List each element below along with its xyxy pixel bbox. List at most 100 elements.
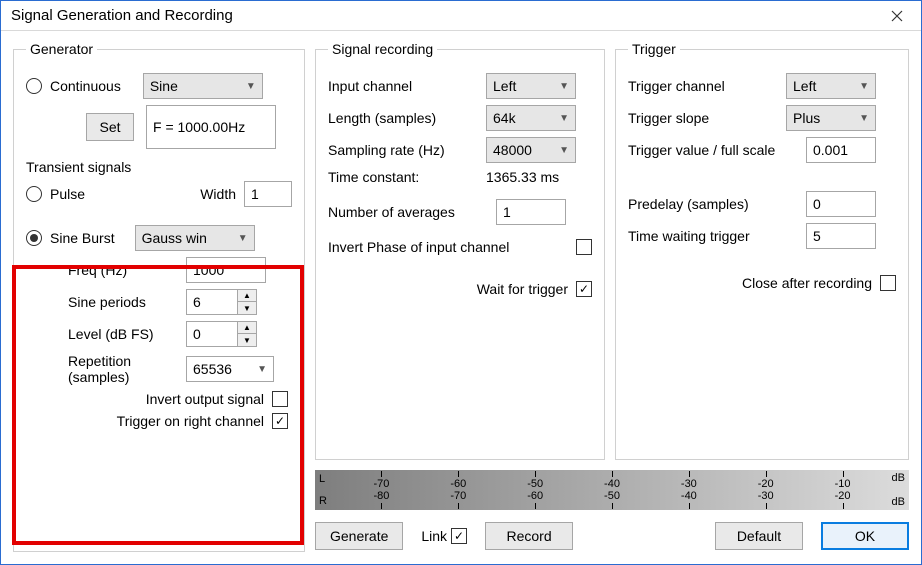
navg-input[interactable]: 1	[496, 199, 566, 225]
waveform-select[interactable]: Sine ▼	[143, 73, 263, 99]
set-button[interactable]: Set	[86, 113, 134, 141]
trigger-value-input[interactable]: 0.001	[806, 137, 876, 163]
chevron-down-icon: ▼	[859, 113, 869, 124]
trigger-slope-select[interactable]: Plus ▼	[786, 105, 876, 131]
predelay-value: 0	[813, 196, 821, 212]
chevron-down-icon: ▼	[238, 233, 248, 244]
trigger-value-value: 0.001	[813, 142, 848, 158]
link-checkbox[interactable]	[451, 528, 467, 544]
wait-value: 5	[813, 228, 821, 244]
rep-label: Repetition (samples)	[68, 353, 178, 385]
trigger-legend: Trigger	[628, 41, 680, 57]
recording-legend: Signal recording	[328, 41, 437, 57]
chevron-down-icon: ▼	[859, 81, 869, 92]
navg-label: Number of averages	[328, 204, 488, 220]
chevron-down-icon: ▼	[559, 113, 569, 124]
length-value: 64k	[493, 110, 516, 126]
level-spinner[interactable]: 0 ▲▼	[186, 321, 257, 347]
freq-label: Freq (Hz)	[68, 262, 178, 278]
up-arrow-icon[interactable]: ▲	[238, 290, 256, 302]
record-label: Record	[506, 528, 551, 544]
sineburst-label: Sine Burst	[50, 230, 115, 246]
length-select[interactable]: 64k ▼	[486, 105, 576, 131]
ticks-bot: -80 -70 -60 -50 -40 -30 -20	[315, 498, 909, 510]
close-button[interactable]	[877, 2, 917, 30]
chevron-down-icon: ▼	[559, 81, 569, 92]
pulse-width-value: 1	[251, 186, 259, 202]
waveform-value: Sine	[150, 78, 178, 94]
freq-readout: F = 1000.00Hz	[146, 105, 276, 149]
trigger-right-row: Trigger on right channel	[26, 413, 292, 429]
wait-label: Time waiting trigger	[628, 228, 798, 244]
default-button[interactable]: Default	[715, 522, 803, 550]
sineburst-params: Freq (Hz) 1000 Sine periods 6 ▲▼ Level	[26, 257, 292, 385]
trigger-slope-value: Plus	[793, 110, 820, 126]
freq-input[interactable]: 1000	[186, 257, 266, 283]
spinner-buttons[interactable]: ▲▼	[237, 322, 256, 346]
continuous-row: Continuous Sine ▼	[26, 73, 292, 99]
recording-group: Signal recording Input channel Left ▼ Le…	[315, 41, 605, 460]
trigger-right-label: Trigger on right channel	[117, 413, 264, 429]
freq-value: 1000	[193, 262, 224, 278]
sineburst-window-value: Gauss win	[142, 230, 207, 246]
rep-value: 65536	[193, 361, 232, 377]
rate-select[interactable]: 48000 ▼	[486, 137, 576, 163]
pulse-width-label: Width	[200, 186, 236, 202]
spinner-buttons[interactable]: ▲▼	[237, 290, 256, 314]
sineburst-window-select[interactable]: Gauss win ▼	[135, 225, 255, 251]
pulse-label: Pulse	[50, 186, 85, 202]
invert-output-checkbox[interactable]	[272, 391, 288, 407]
ok-button[interactable]: OK	[821, 522, 909, 550]
continuous-label: Continuous	[50, 78, 121, 94]
periods-label: Sine periods	[68, 294, 178, 310]
periods-spinner[interactable]: 6 ▲▼	[186, 289, 257, 315]
pulse-row: Pulse Width 1	[26, 181, 292, 207]
length-label: Length (samples)	[328, 110, 478, 126]
sineburst-radio[interactable]	[26, 230, 42, 246]
dialog-body: Generator Continuous Sine ▼ Set F =	[1, 31, 921, 564]
level-label: Level (dB FS)	[68, 326, 178, 342]
button-row: Generate Link Record Default OK	[315, 520, 909, 552]
wait-trigger-checkbox[interactable]	[576, 281, 592, 297]
trigger-group: Trigger Trigger channel Left ▼ Trigger s…	[615, 41, 909, 460]
trigger-right-checkbox[interactable]	[272, 413, 288, 429]
pulse-width-input[interactable]: 1	[244, 181, 292, 207]
trigger-value-label: Trigger value / full scale	[628, 142, 798, 158]
down-arrow-icon[interactable]: ▼	[238, 302, 256, 314]
columns: Generator Continuous Sine ▼ Set F =	[13, 41, 909, 552]
tc-value: 1365.33 ms	[486, 169, 559, 185]
continuous-radio[interactable]	[26, 78, 42, 94]
ok-label: OK	[855, 528, 875, 544]
chevron-down-icon: ▼	[559, 145, 569, 156]
sineburst-row: Sine Burst Gauss win ▼	[26, 225, 292, 251]
invert-phase-checkbox[interactable]	[576, 239, 592, 255]
invert-phase-label: Invert Phase of input channel	[328, 239, 568, 255]
down-arrow-icon[interactable]: ▼	[238, 334, 256, 346]
generate-button[interactable]: Generate	[315, 522, 403, 550]
link-label: Link	[421, 528, 447, 544]
trigger-channel-select[interactable]: Left ▼	[786, 73, 876, 99]
invert-output-row: Invert output signal	[26, 391, 292, 407]
dialog-window: Signal Generation and Recording Generato…	[0, 0, 922, 565]
titlebar: Signal Generation and Recording	[1, 1, 921, 31]
right-stack: Signal recording Input channel Left ▼ Le…	[315, 41, 909, 552]
ticks-top: -70 -60 -50 -40 -30 -20 -10	[315, 470, 909, 482]
wait-input[interactable]: 5	[806, 223, 876, 249]
up-arrow-icon[interactable]: ▲	[238, 322, 256, 334]
close-after-checkbox[interactable]	[880, 275, 896, 291]
freq-readout-value: F = 1000.00Hz	[153, 119, 245, 135]
level-meter: L R dB dB -70 -60 -50 -40 -30 -20 -10 -8…	[315, 470, 909, 510]
rate-label: Sampling rate (Hz)	[328, 142, 478, 158]
periods-value: 6	[187, 290, 237, 314]
rep-select[interactable]: 65536 ▼	[186, 356, 274, 382]
generator-group: Generator Continuous Sine ▼ Set F =	[13, 41, 305, 552]
pulse-radio[interactable]	[26, 186, 42, 202]
predelay-input[interactable]: 0	[806, 191, 876, 217]
close-after-label: Close after recording	[742, 275, 872, 291]
input-channel-label: Input channel	[328, 78, 478, 94]
predelay-label: Predelay (samples)	[628, 196, 798, 212]
record-button[interactable]: Record	[485, 522, 573, 550]
input-channel-select[interactable]: Left ▼	[486, 73, 576, 99]
wait-trigger-label: Wait for trigger	[477, 281, 568, 297]
generate-label: Generate	[330, 528, 388, 544]
